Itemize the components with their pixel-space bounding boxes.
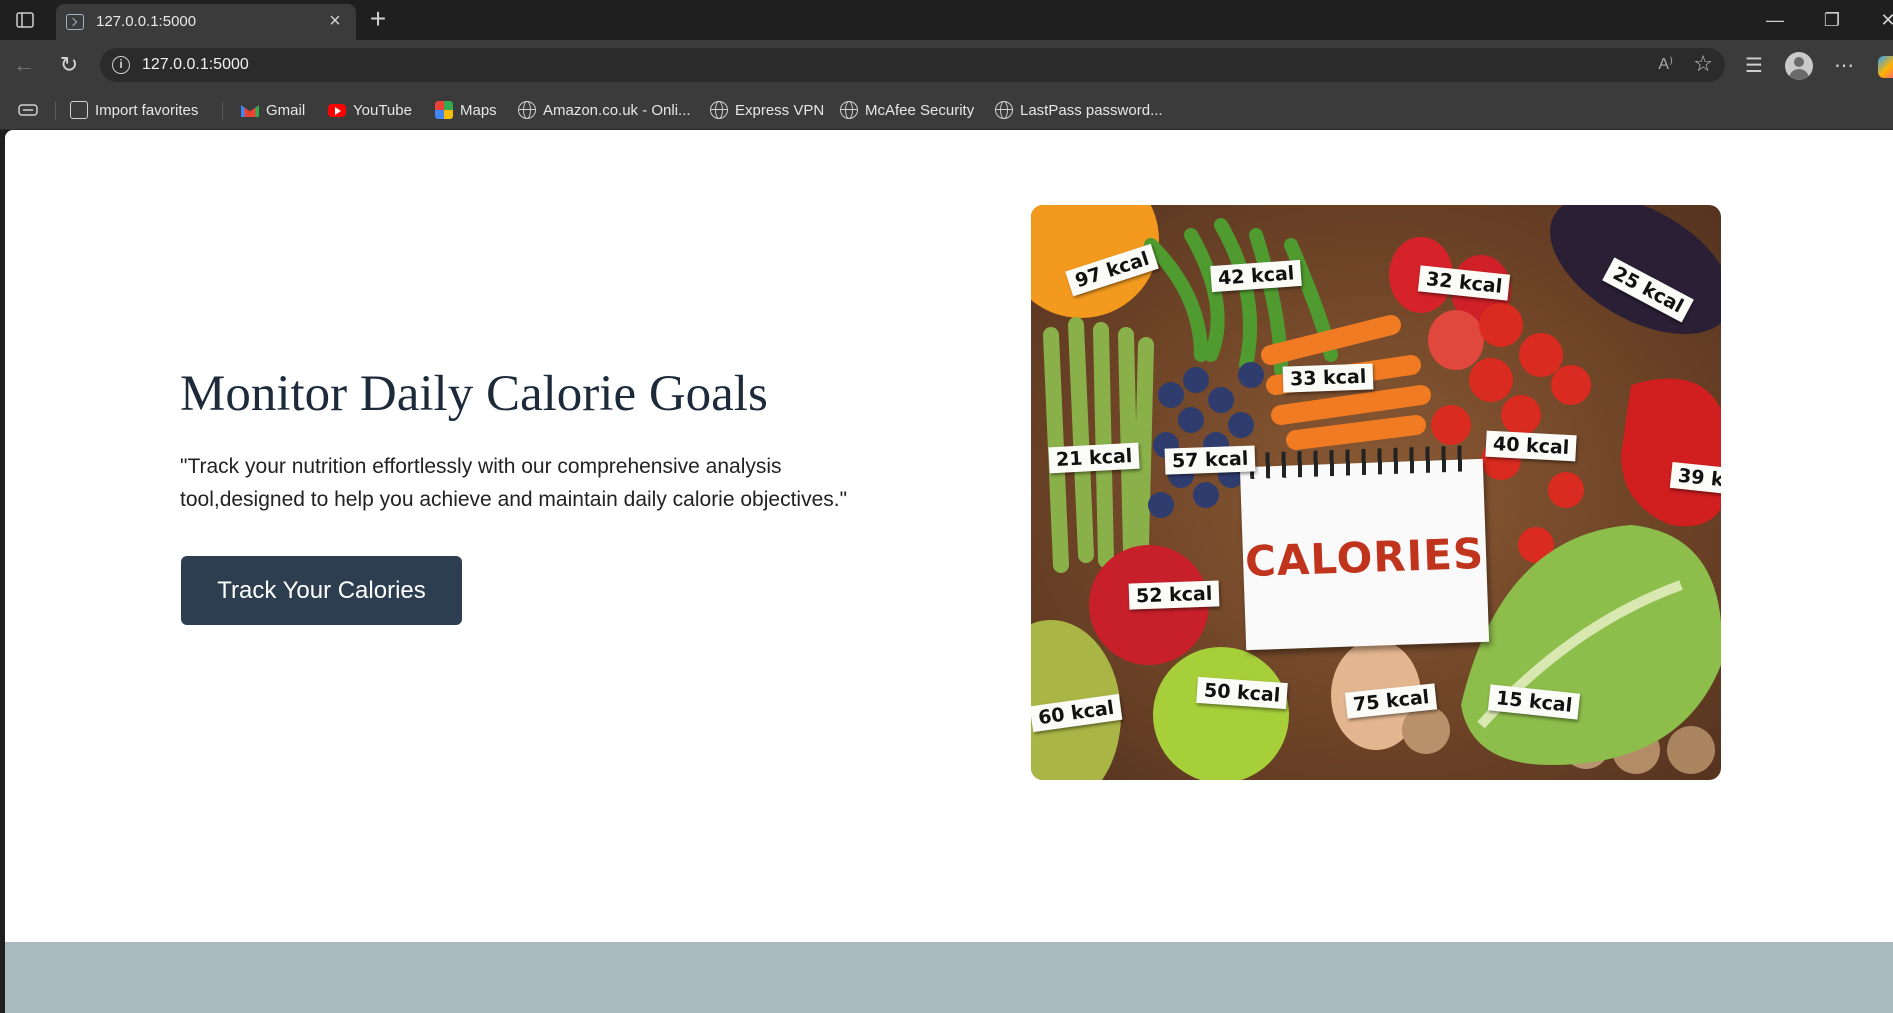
bookmark-label: Gmail <box>266 101 306 119</box>
bookmark-label: Amazon.co.uk - Onli... <box>543 101 691 119</box>
bookmarks-menu-icon[interactable] <box>18 100 38 120</box>
kcal-label: 21 kcal <box>1048 442 1140 474</box>
back-arrow-icon[interactable]: ← <box>10 52 38 80</box>
calories-food-image: CALORIES 97 kcal 42 kcal 32 kcal 25 kcal… <box>1031 205 1721 780</box>
address-toolbar: ← ↻ i 127.0.0.1:5000 A⁾ ☆ ☰ ⋯ <box>0 40 1893 90</box>
bookmark-youtube[interactable]: YouTube <box>328 100 412 120</box>
maps-icon <box>435 101 453 119</box>
notepad-word: CALORIES <box>1244 528 1485 587</box>
page-viewport: Monitor Daily Calorie Goals "Track your … <box>5 130 1893 1013</box>
profile-avatar-icon[interactable] <box>1785 52 1813 80</box>
hero-description: "Track your nutrition effortlessly with … <box>180 455 848 511</box>
bookmark-label: YouTube <box>353 101 412 119</box>
url-text[interactable]: 127.0.0.1:5000 <box>142 56 249 74</box>
restore-icon[interactable]: ❐ <box>1812 6 1852 34</box>
kcal-label: 40 kcal <box>1485 430 1577 462</box>
footer-band <box>5 942 1893 1013</box>
sidebar-toggle-icon[interactable] <box>12 8 38 32</box>
bookmark-amazon[interactable]: Amazon.co.uk - Onli... <box>518 100 691 120</box>
bookmark-import-favorites[interactable]: Import favorites <box>70 100 198 120</box>
bookmark-label: Import favorites <box>95 101 199 119</box>
kcal-label: 33 kcal <box>1282 363 1374 393</box>
terminal-favicon-icon <box>66 14 84 30</box>
youtube-icon <box>328 103 346 117</box>
tab-title: 127.0.0.1:5000 <box>96 13 197 30</box>
bookmark-label: LastPass password... <box>1020 101 1163 119</box>
address-bar[interactable]: i 127.0.0.1:5000 A⁾ ☆ <box>100 48 1725 82</box>
minimize-icon[interactable]: — <box>1755 6 1795 34</box>
kcal-label: 52 kcal <box>1128 580 1220 610</box>
globe-icon <box>995 101 1013 119</box>
bookmark-mcafee[interactable]: McAfee Security <box>840 100 974 120</box>
active-tab[interactable]: 127.0.0.1:5000 × <box>56 4 356 40</box>
refresh-icon[interactable]: ↻ <box>55 52 83 80</box>
bookmarks-separator <box>222 102 223 120</box>
globe-icon <box>518 101 536 119</box>
copilot-icon[interactable] <box>1878 56 1893 78</box>
globe-icon <box>710 101 728 119</box>
track-calories-button[interactable]: Track Your Calories <box>181 556 462 625</box>
close-window-icon[interactable]: ✕ <box>1868 6 1893 34</box>
bookmark-label: McAfee Security <box>865 101 975 119</box>
hero-title: Monitor Daily Calorie Goals <box>180 366 768 422</box>
favorite-star-icon[interactable]: ☆ <box>1693 51 1713 77</box>
bookmark-express-vpn[interactable]: Express VPN <box>710 100 824 120</box>
bookmark-label: Maps <box>460 101 497 119</box>
favorites-icon[interactable]: ☰ <box>1740 52 1768 80</box>
bookmark-maps[interactable]: Maps <box>435 100 497 120</box>
calories-notepad: CALORIES <box>1239 445 1490 651</box>
globe-icon <box>840 101 858 119</box>
bookmark-lastpass[interactable]: LastPass password... <box>995 100 1163 120</box>
bookmark-gmail[interactable]: Gmail <box>241 100 305 120</box>
new-tab-icon[interactable]: + <box>364 5 392 34</box>
kcal-label: 57 kcal <box>1164 445 1256 475</box>
site-info-icon[interactable]: i <box>112 56 130 74</box>
bookmark-label: Express VPN <box>735 101 825 119</box>
read-aloud-icon[interactable]: A⁾ <box>1658 54 1673 74</box>
import-icon <box>70 101 88 119</box>
bookmarks-separator <box>55 102 56 120</box>
bookmarks-bar: Import favorites Gmail YouTube Maps Amaz… <box>0 90 1893 130</box>
close-tab-icon[interactable]: × <box>324 11 346 31</box>
gmail-icon <box>241 105 259 117</box>
more-options-icon[interactable]: ⋯ <box>1830 52 1858 80</box>
browser-tab-strip: 127.0.0.1:5000 × + — ❐ ✕ <box>0 0 1893 40</box>
